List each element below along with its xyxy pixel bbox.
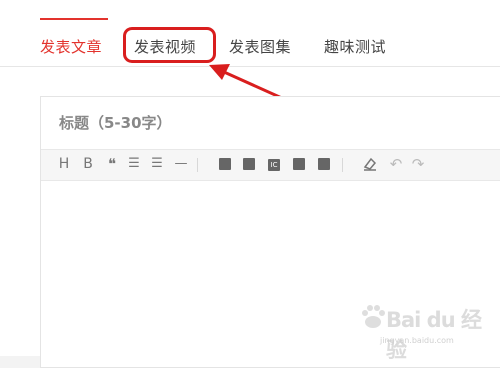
insert-image-icon[interactable]	[240, 155, 258, 173]
page: 发表文章 发表视频 发表图集 趣味测试 H B ❝ ☰ ☰ — IC	[0, 0, 500, 368]
insert-video-icon[interactable]	[290, 155, 308, 173]
insert-ic-icon[interactable]: IC	[265, 155, 283, 173]
toolbar-divider	[342, 158, 343, 172]
heading-icon[interactable]: H	[55, 155, 73, 173]
toolbar-divider	[197, 158, 198, 172]
insert-chart-icon[interactable]	[315, 155, 333, 173]
insert-document-icon[interactable]	[216, 155, 234, 173]
clear-format-icon[interactable]	[361, 155, 379, 173]
paw-logo-icon	[362, 305, 385, 328]
editor-toolbar: H B ❝ ☰ ☰ — IC ↶ ↷	[41, 149, 500, 181]
redo-icon[interactable]: ↷	[409, 155, 427, 173]
numbered-list-icon[interactable]: ☰	[148, 155, 166, 173]
quote-icon[interactable]: ❝	[103, 155, 121, 173]
title-input[interactable]	[57, 107, 481, 139]
watermark-text: Bai du 经验	[386, 308, 482, 362]
horizontal-rule-icon[interactable]: —	[172, 155, 190, 173]
bold-icon[interactable]: B	[79, 155, 97, 173]
watermark-url: jingyan.baidu.com	[380, 336, 454, 345]
baidu-watermark: Bai du 经验 jingyan.baidu.com	[358, 300, 498, 362]
bullet-list-icon[interactable]: ☰	[125, 155, 143, 173]
undo-icon[interactable]: ↶	[387, 155, 405, 173]
